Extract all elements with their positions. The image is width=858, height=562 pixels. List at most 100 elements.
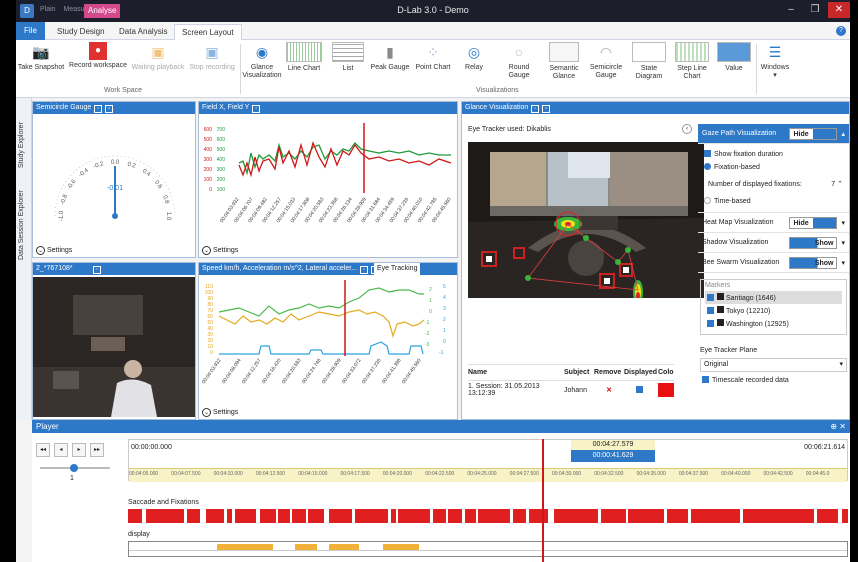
pin-icon[interactable]: ◦ (92, 266, 101, 274)
view-window[interactable]: 00:04:27.579 00:00:41.629 (571, 440, 655, 462)
bee-swarm-show-toggle[interactable]: Show (789, 256, 838, 269)
list-button[interactable]: List (328, 42, 368, 86)
chevron-down-icon: ▾ (839, 361, 843, 368)
peak-gauge-button[interactable]: ▮ Peak Gauge (368, 42, 412, 86)
time-based-radio[interactable]: Time-based (704, 195, 843, 208)
relay-button[interactable]: ◎ Relay (456, 42, 492, 86)
eye-tracker-video (468, 142, 704, 298)
gaze-path-hide-toggle[interactable]: Hide (789, 127, 838, 140)
settings-toggle[interactable]: ⌄ Settings (202, 408, 238, 417)
speed-slider[interactable] (40, 464, 110, 472)
pin-icon[interactable]: ◦ (360, 266, 369, 274)
waiting-playback-button[interactable]: ▣ Waiting playback (130, 42, 186, 86)
collapse-icon[interactable]: ‹ (682, 124, 692, 134)
point-chart-button[interactable]: ⁘ Point Chart (412, 42, 454, 86)
stepper-arrows-icon[interactable]: ⌃ (837, 178, 843, 191)
close-panel-icon[interactable]: ▫ (542, 105, 551, 113)
list-icon (332, 42, 364, 62)
player-header: Player ⊕ ✕ (32, 421, 850, 433)
chevron-down-icon[interactable]: ▾ (841, 219, 845, 227)
display-track[interactable] (128, 541, 848, 557)
svg-text:200: 200 (217, 177, 226, 183)
close-button[interactable]: ✕ (828, 2, 850, 18)
eye-tracker-plane-select[interactable]: Original ▾ (700, 358, 847, 372)
displayed-checkbox[interactable] (624, 386, 658, 394)
stop-recording-button[interactable]: ▣ Stop recording (186, 42, 238, 86)
svg-text:300: 300 (217, 167, 226, 173)
fixation-based-radio[interactable]: Fixation-based (704, 161, 843, 174)
help-icon[interactable]: ? (836, 26, 846, 36)
pin-icon[interactable]: ◦ (94, 105, 103, 113)
ribbon-separator (756, 44, 757, 94)
take-snapshot-button[interactable]: 📷 Take Snapshot (16, 42, 66, 86)
show-fixation-duration-checkbox[interactable]: Show fixation duration (704, 148, 843, 161)
pin-icon[interactable]: ◦ (252, 105, 261, 113)
round-gauge-icon: ○ (514, 44, 524, 60)
gaze-path-row: Gaze Path Visualization Hide ▴ (698, 124, 849, 144)
semicircle-gauge-button[interactable]: ◠ Semicircle Gauge (586, 42, 626, 86)
tab-data-analysis[interactable]: Data Analysis (112, 24, 174, 40)
windows-button[interactable]: ☰ Windows ▾ (758, 42, 792, 86)
color-swatch[interactable] (658, 383, 674, 397)
panel-title: Field X, Field Y (202, 104, 250, 111)
line-chart-icon (286, 42, 322, 62)
semantic-glance-button[interactable]: Semantic Glance (544, 42, 584, 86)
minimize-button[interactable]: – (780, 2, 802, 18)
step-line-chart-button[interactable]: Step Line Chart (672, 42, 712, 86)
svg-text:0: 0 (443, 339, 446, 345)
timeline-overview[interactable]: 00:00:00.000 00:06:21.614 00:04:27.579 0… (128, 439, 848, 482)
ribbon: 📷 Take Snapshot ● Record workspace ▣ Waitin… (16, 40, 850, 98)
settings-toggle[interactable]: ⌄ Settings (202, 246, 238, 255)
chevron-down-icon: ⌄ (36, 246, 45, 255)
study-explorer-tab[interactable]: Study Explorer (18, 122, 25, 168)
ruler-tick-label: 00:04:30.000 (551, 471, 582, 477)
skip-forward-button[interactable]: ▸▸ (90, 443, 104, 457)
semicircle-gauge: -1.0 -0.8 -0.6-0.4-0.2 0.0 0.2 0.40.6 0.8 1.0 -… (54, 155, 176, 221)
heat-map-hide-toggle[interactable]: Hide (789, 216, 838, 229)
shadow-show-toggle[interactable]: Show (789, 236, 838, 249)
value-button[interactable]: Value (714, 42, 754, 86)
close-panel-icon[interactable]: ▫ (105, 105, 114, 113)
chevron-down-icon[interactable]: ▾ (841, 259, 845, 267)
x-tick-label: 00:04:41.398 (381, 358, 403, 386)
pin-icon[interactable]: ◦ (531, 105, 540, 113)
x-tick-label: 00:04:33.072 (341, 358, 363, 386)
glance-visualization-button[interactable]: ◉ Glance Visualization (242, 42, 282, 86)
saccade-track[interactable] (128, 509, 848, 523)
pin-icon[interactable]: ⊕ ✕ (830, 421, 846, 433)
skip-back-button[interactable]: ◂◂ (36, 443, 50, 457)
chevron-down-icon[interactable]: ▾ (841, 239, 845, 247)
maximize-button[interactable]: ❐ (804, 2, 826, 18)
marker-item[interactable]: Washington (12925) (705, 317, 842, 330)
tab-study-design[interactable]: Study Design (50, 24, 112, 40)
x-tick-label: 00:04:03.932 (201, 358, 223, 386)
settings-label: Settings (213, 409, 239, 416)
line-chart-button[interactable]: Line Chart (282, 42, 326, 86)
table-row[interactable]: 1. Session: 31.05.2013 13:12:39 Johann ✕ (468, 381, 674, 399)
relay-icon: ◎ (467, 44, 481, 60)
marker-item[interactable]: Santiago (1646) (705, 291, 842, 304)
state-diagram-button[interactable]: State Diagram (628, 42, 670, 86)
table-header: Name Subject Remove Displayed Colo (468, 365, 674, 381)
saccade-gaps (142, 509, 842, 523)
tab-file[interactable]: File (16, 22, 45, 40)
gauge-tick-label: -1.0 (59, 210, 65, 221)
num-fixations-stepper[interactable]: 7 (805, 178, 835, 191)
semicircle-gauge-panel: Semicircle Gauge ◦ ▫ -1.0 -0.8 -0.6 -0.4 -0.2 0… (32, 101, 196, 258)
timescale-checkbox[interactable]: Timescale recorded data (698, 374, 849, 386)
remove-button[interactable]: ✕ (594, 386, 624, 394)
record-workspace-button[interactable]: ● Record workspace (68, 42, 128, 86)
num-fixations-row: Number of displayed fixations: 7 ⌃ (704, 178, 843, 191)
tab-screen-layout[interactable]: Screen Layout (174, 24, 242, 40)
playhead[interactable] (542, 439, 544, 562)
marker-item[interactable]: Tokyo (12210) (705, 304, 842, 317)
data-session-explorer-tab[interactable]: Data Session Explorer (18, 190, 25, 260)
svg-text:-1: -1 (439, 350, 444, 356)
round-gauge-button[interactable]: ○ Round Gauge (496, 42, 542, 86)
speed-panel: Speed km/h, Acceleration m/s^2, Lateral … (198, 262, 458, 420)
step-back-button[interactable]: ◂ (54, 443, 68, 457)
play-button[interactable]: ▸ (72, 443, 86, 457)
chevron-up-icon[interactable]: ▴ (841, 130, 845, 138)
time-ruler[interactable]: 00:04:05.000 00:04:07.500 00:04:10.000 00:0… (129, 468, 847, 482)
settings-toggle[interactable]: ⌄ Settings (36, 246, 72, 255)
